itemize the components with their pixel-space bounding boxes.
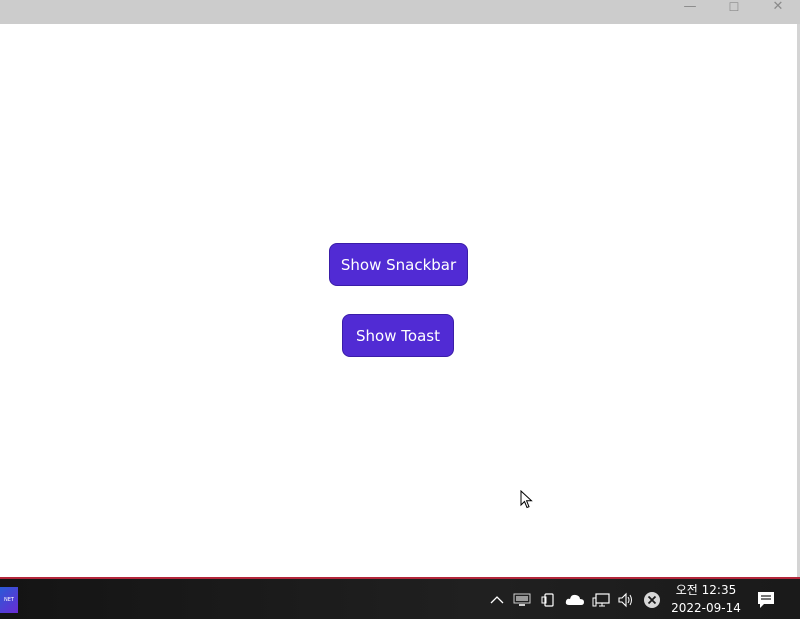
minimize-icon: — [683, 0, 697, 14]
volume-icon[interactable] [616, 591, 636, 609]
show-snackbar-button[interactable]: Show Snackbar [329, 243, 468, 286]
show-toast-button[interactable]: Show Toast [342, 314, 454, 357]
mouse-cursor-icon [520, 490, 533, 509]
taskbar: NET 오전 12:35 2022-09-14 [0, 579, 800, 619]
chevron-up-icon[interactable] [487, 591, 507, 609]
maximize-icon: ☐ [728, 0, 740, 14]
clock-date: 2022-09-14 [671, 601, 741, 615]
notification-center-button[interactable] [754, 589, 778, 611]
clock-time: 오전 12:35 [675, 583, 737, 597]
error-circle-icon[interactable] [642, 591, 662, 609]
maximize-button[interactable]: ☐ [712, 0, 756, 14]
app-content: Show Snackbar Show Toast [0, 24, 800, 577]
title-bar: — ☐ ✕ [0, 0, 800, 24]
taskbar-clock[interactable]: 오전 12:35 2022-09-14 [666, 581, 746, 619]
taskbar-app-button[interactable]: NET [0, 587, 18, 613]
close-icon: ✕ [772, 0, 784, 14]
notification-icon [758, 592, 774, 608]
network-icon[interactable] [591, 591, 611, 609]
minimize-button[interactable]: — [668, 0, 712, 14]
close-button[interactable]: ✕ [756, 0, 800, 14]
onedrive-cloud-icon[interactable] [565, 591, 585, 609]
phone-link-icon[interactable] [539, 591, 559, 609]
monitor-icon[interactable] [512, 591, 532, 609]
taskbar-app-label: NET [4, 597, 14, 603]
